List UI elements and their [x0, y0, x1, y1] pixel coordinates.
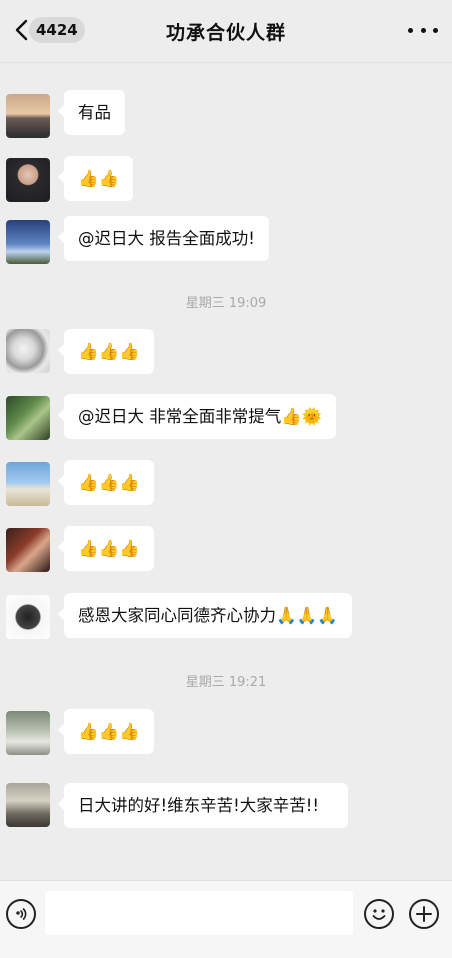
message-bubble[interactable]: 👍👍👍	[58, 460, 154, 505]
message-bubble[interactable]: 👍👍👍	[58, 526, 154, 571]
avatar[interactable]	[6, 528, 50, 572]
message-bubble[interactable]: @迟日大 报告全面成功!	[58, 216, 269, 261]
message-bubble[interactable]: 日大讲的好!维东辛苦!大家辛苦!!	[58, 783, 348, 828]
message-bubble[interactable]: 👍👍👍	[58, 709, 154, 754]
input-bar	[0, 880, 452, 958]
avatar[interactable]	[6, 94, 50, 138]
message-bubble[interactable]: 👍👍👍	[58, 329, 154, 374]
avatar[interactable]	[6, 595, 50, 639]
avatar[interactable]	[6, 158, 50, 202]
unread-count-badge[interactable]: 4424	[29, 17, 85, 43]
avatar[interactable]	[6, 711, 50, 755]
message-bubble[interactable]: 感恩大家同心同德齐心协力🙏🙏🙏	[58, 593, 352, 638]
message-bubble[interactable]: 👍👍	[57, 156, 134, 201]
avatar[interactable]	[6, 329, 50, 373]
message-input[interactable]	[45, 891, 353, 935]
avatar[interactable]	[6, 783, 50, 827]
message-bubble[interactable]: @迟日大 非常全面非常提气👍🌞	[57, 394, 337, 439]
timestamp: 星期三 19:21	[185, 675, 267, 690]
avatar[interactable]	[6, 396, 50, 440]
more-dots-icon[interactable]	[408, 20, 438, 40]
avatar[interactable]	[6, 220, 50, 264]
message-list[interactable]: 有品 👍👍 @迟日大 报告全面成功! 星期三 19:09 👍👍👍 @迟日大 非常…	[0, 63, 452, 879]
emoji-icon[interactable]	[364, 899, 394, 929]
avatar[interactable]	[6, 462, 50, 506]
voice-icon[interactable]	[6, 899, 36, 929]
chat-header: 4424 功承合伙人群	[0, 0, 452, 63]
message-bubble[interactable]: 有品	[58, 90, 125, 135]
plus-icon[interactable]	[409, 899, 439, 929]
timestamp: 星期三 19:09	[185, 296, 267, 311]
